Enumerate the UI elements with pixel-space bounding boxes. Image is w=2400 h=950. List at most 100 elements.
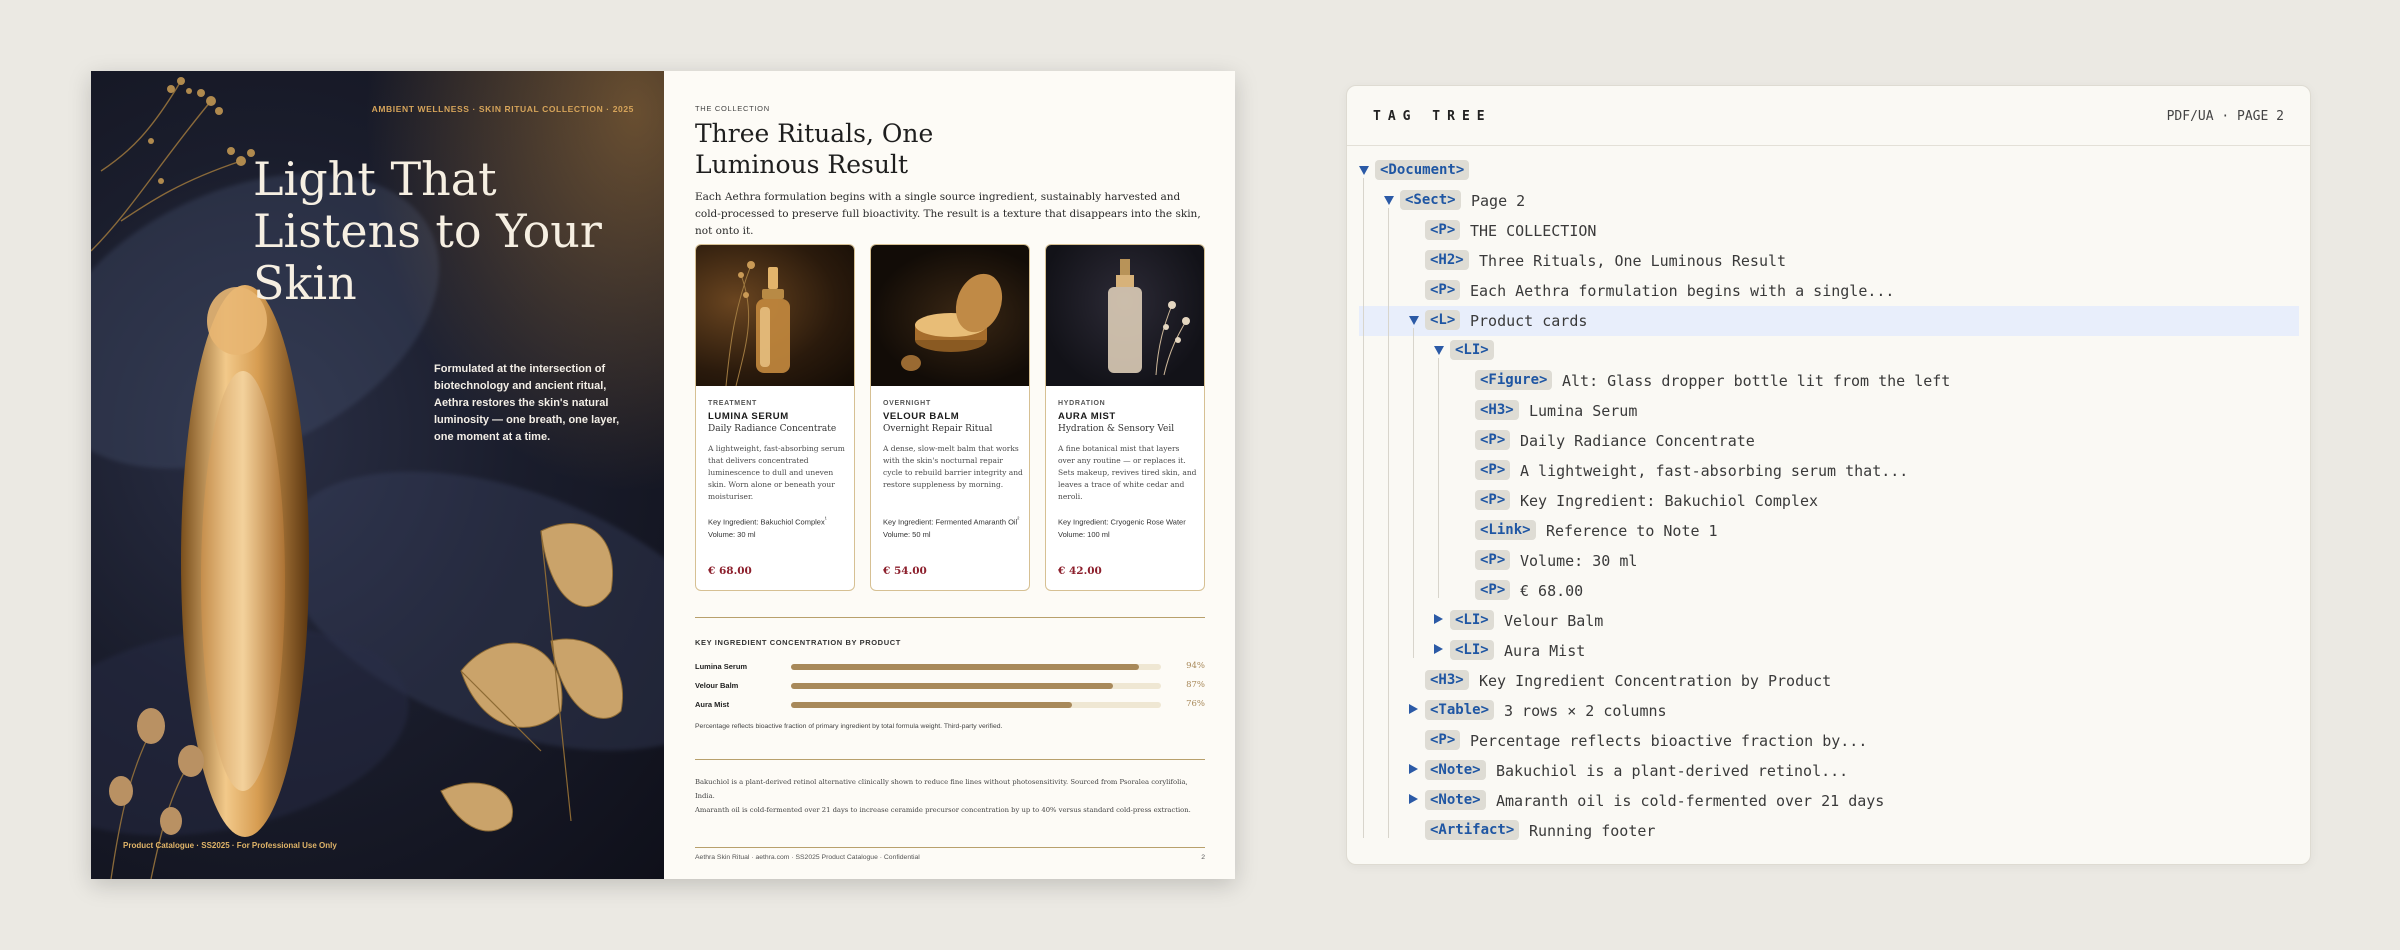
expand-right-icon[interactable] — [1409, 794, 1418, 804]
product-volume: Volume: 50 ml — [883, 529, 931, 539]
hero-title: Light That Listens to Your Skin — [253, 152, 602, 310]
tree-tag[interactable]: <H3> — [1425, 670, 1469, 690]
tree-label: Amaranth oil is cold-fermented over 21 d… — [1496, 792, 1885, 810]
tree-node[interactable]: <Figure> Alt: Glass dropper bottle lit fr… — [1347, 366, 2310, 396]
tree-node[interactable]: <Sect> Page 2 — [1347, 186, 2310, 216]
tree-node[interactable]: <P> Volume: 30 ml — [1347, 546, 2310, 576]
tree-tag[interactable]: <P> — [1475, 580, 1511, 600]
bar-value: 94% — [1186, 661, 1205, 671]
expand-right-icon[interactable] — [1434, 644, 1443, 654]
tree-tag[interactable]: <P> — [1425, 280, 1461, 300]
product-name: AURA MIST — [1058, 411, 1116, 422]
tree-tag[interactable]: <Table> — [1425, 700, 1495, 720]
tree-tag[interactable]: <P> — [1475, 430, 1511, 450]
footnotes: Bakuchiol is a plant-derived retinol alt… — [695, 775, 1205, 817]
tree-label: Key Ingredient Concentration by Product — [1479, 672, 1832, 690]
tree-node[interactable]: <P> Each Aethra formulation begins with a… — [1347, 276, 2310, 306]
tree-tag[interactable]: <P> — [1475, 550, 1511, 570]
tree-node[interactable]: <H2> Three Rituals, One Luminous Result — [1347, 246, 2310, 276]
balm-jar-image — [871, 245, 1029, 386]
tree-tag[interactable]: <LI> — [1450, 340, 1494, 360]
tree-node[interactable]: <LI> — [1347, 336, 2310, 366]
tree-node[interactable]: <Artifact> Running footer — [1347, 816, 2310, 846]
expand-right-icon[interactable] — [1434, 614, 1443, 624]
tree-label: Aura Mist — [1504, 642, 1586, 660]
tree-node[interactable]: <Table> 3 rows × 2 columns — [1347, 696, 2310, 726]
product-card-lumina[interactable]: TREATMENT LUMINA SERUM Daily Radiance Co… — [695, 244, 855, 591]
divider — [695, 759, 1205, 760]
tree-node[interactable]: <P> A lightweight, fast-absorbing serum t… — [1347, 456, 2310, 486]
tree-tag[interactable]: <Sect> — [1400, 190, 1461, 210]
tree-node[interactable]: <P> € 68.00 — [1347, 576, 2310, 606]
tree-tag[interactable]: <Document> — [1375, 160, 1470, 180]
footer-text: Aethra Skin Ritual · aethra.com · SS2025… — [695, 854, 920, 861]
tree-tag[interactable]: <P> — [1475, 490, 1511, 510]
product-description: A lightweight, fast-absorbing serum that… — [708, 444, 845, 501]
page-footer: Aethra Skin Ritual · aethra.com · SS2025… — [695, 847, 1205, 861]
tree-node[interactable]: <Link> Reference to Note 1 — [1347, 516, 2310, 546]
dropper-bottle-image — [696, 245, 854, 386]
expand-right-icon[interactable] — [1409, 764, 1418, 774]
product-ingredient: Key Ingredient: Cryogenic Rose Water Vol… — [1058, 514, 1198, 541]
concentration-title: KEY INGREDIENT CONCENTRATION BY PRODUCT — [695, 638, 901, 647]
tree-node[interactable]: <P> Daily Radiance Concentrate — [1347, 426, 2310, 456]
hero-photo-page: AMBIENT WELLNESS · SKIN RITUAL COLLECTIO… — [91, 71, 664, 879]
tree-tag[interactable]: <P> — [1425, 220, 1461, 240]
tree-node[interactable]: <P> Key Ingredient: Bakuchiol Complex — [1347, 486, 2310, 516]
product-description: A dense, slow-melt balm that works with … — [883, 444, 1023, 489]
tree-guide-line — [1438, 358, 1439, 598]
bar-fill — [791, 664, 1139, 670]
tag-tree-panel: TAG TREE PDF/UA · PAGE 2 <Document> <Sect… — [1346, 85, 2311, 865]
tree-tag[interactable]: <H2> — [1425, 250, 1469, 270]
product-subtitle: Hydration & Sensory Veil — [1058, 424, 1175, 434]
tree-tag[interactable]: <LI> — [1450, 640, 1494, 660]
tree-tag[interactable]: <Figure> — [1475, 370, 1553, 390]
tree-tag[interactable]: <P> — [1475, 460, 1511, 480]
ingredient-text: Key Ingredient: Cryogenic Rose Water — [1058, 517, 1186, 527]
tree-label: Three Rituals, One Luminous Result — [1479, 252, 1787, 270]
product-subtitle: Daily Radiance Concentrate — [708, 424, 837, 434]
product-category: OVERNIGHT — [883, 400, 931, 407]
tree-node[interactable]: <P> THE COLLECTION — [1347, 216, 2310, 246]
expand-down-icon[interactable] — [1384, 196, 1394, 205]
tree-label: Volume: 30 ml — [1520, 552, 1638, 570]
tree-node[interactable]: <L> Product cards — [1359, 306, 2299, 336]
tree-node[interactable]: <Document> — [1347, 156, 2310, 186]
tree-label: Running footer — [1529, 822, 1656, 840]
note-reference-link[interactable]: ² — [1017, 516, 1019, 523]
footnote: Amaranth oil is cold-fermented over 21 d… — [695, 806, 1191, 814]
tree-node[interactable]: <LI> Aura Mist — [1347, 636, 2310, 666]
tree-node[interactable]: <Note> Amaranth oil is cold-fermented ove… — [1347, 786, 2310, 816]
product-card-velour[interactable]: OVERNIGHT VELOUR BALM Overnight Repair R… — [870, 244, 1030, 591]
tree-node[interactable]: <H3> Lumina Serum — [1347, 396, 2310, 426]
expand-right-icon[interactable] — [1409, 704, 1418, 714]
tree-guide-line — [1413, 328, 1414, 658]
panel-meta: PDF/UA · PAGE 2 — [2166, 109, 2284, 124]
tree-node[interactable]: <P> Percentage reflects bioactive fractio… — [1347, 726, 2310, 756]
expand-down-icon[interactable] — [1359, 166, 1369, 175]
tree-tag[interactable]: <L> — [1425, 310, 1461, 330]
catalog-spread: AMBIENT WELLNESS · SKIN RITUAL COLLECTIO… — [91, 71, 1235, 879]
expand-down-icon[interactable] — [1409, 316, 1419, 325]
tree-tag[interactable]: <H3> — [1475, 400, 1519, 420]
tree-tag[interactable]: <Artifact> — [1425, 820, 1520, 840]
tree-tag[interactable]: <Note> — [1425, 760, 1486, 780]
ingredient-text: Key Ingredient: Bakuchiol Complex — [708, 517, 825, 527]
tree-node[interactable]: <H3> Key Ingredient Concentration by Prod… — [1347, 666, 2310, 696]
tree-tag[interactable]: <LI> — [1450, 610, 1494, 630]
tree-tag[interactable]: <P> — [1425, 730, 1461, 750]
product-card-aura[interactable]: HYDRATION AURA MIST Hydration & Sensory … — [1045, 244, 1205, 591]
tree-tag[interactable]: <Note> — [1425, 790, 1486, 810]
tree-label: Reference to Note 1 — [1546, 522, 1718, 540]
left-page-footer: Product Catalogue · SS2025 · For Profess… — [123, 841, 337, 850]
tree-label: Product cards — [1470, 312, 1588, 330]
panel-title: TAG TREE — [1373, 109, 1492, 124]
tree-node[interactable]: <Note> Bakuchiol is a plant-derived retin… — [1347, 756, 2310, 786]
bar-value: 87% — [1186, 680, 1205, 690]
tree-node[interactable]: <LI> Velour Balm — [1347, 606, 2310, 636]
tree-label: Each Aethra formulation begins with a si… — [1470, 282, 1895, 300]
product-subtitle: Overnight Repair Ritual — [883, 424, 993, 434]
note-reference-link[interactable]: ¹ — [825, 516, 827, 523]
tree-tag[interactable]: <Link> — [1475, 520, 1536, 540]
expand-down-icon[interactable] — [1434, 346, 1444, 355]
